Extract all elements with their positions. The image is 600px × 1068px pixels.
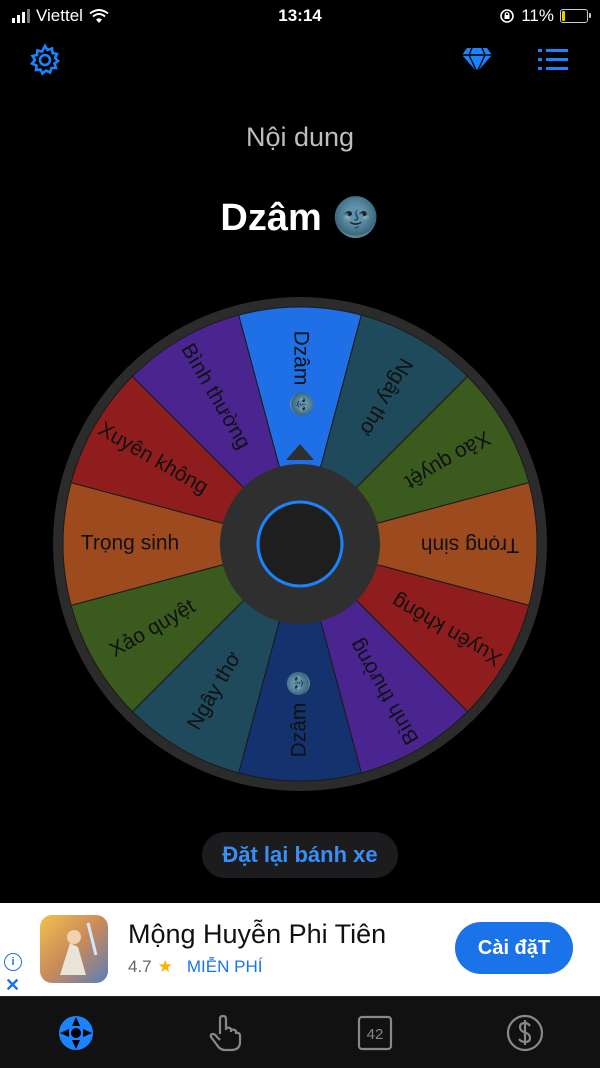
content-label: Nội dung xyxy=(245,122,355,152)
tab-bar: 42 xyxy=(0,996,600,1068)
ad-title[interactable]: Mộng Huyễn Phi Tiên xyxy=(128,919,386,950)
ad-price: MIỄN PHÍ xyxy=(186,957,263,976)
status-right: 11% xyxy=(499,6,591,26)
ad-banner[interactable]: i ✕ Mộng Huyễn Phi Tiên 4.7 ★ MIỄN PHÍ C… xyxy=(0,903,600,996)
ad-rating: 4.7 xyxy=(128,957,152,976)
battery-icon xyxy=(560,9,591,23)
number-icon-label: 42 xyxy=(367,1026,384,1043)
wheel-segment-label: Trọng sinh xyxy=(81,532,179,555)
wheel-icon xyxy=(59,1016,93,1050)
tab-tap[interactable] xyxy=(205,1013,245,1053)
ad-info-icon[interactable]: i xyxy=(4,953,22,971)
tab-money[interactable] xyxy=(505,1013,545,1053)
ad-close-icon[interactable]: ✕ xyxy=(5,975,20,996)
wheel-segment-label: Dzâm 🌚 xyxy=(289,331,314,418)
wheel-segment-label: Trọng sinh xyxy=(421,533,519,556)
wheel-segment-label: Dzâm 🌚 xyxy=(286,671,311,758)
battery-percent: 11% xyxy=(521,6,554,25)
ad-install-button[interactable]: Cài đặT xyxy=(455,922,573,974)
ad-meta: 4.7 ★ MIỄN PHÍ xyxy=(128,957,262,977)
dollar-icon xyxy=(506,1014,544,1052)
tab-wheel[interactable] xyxy=(56,1013,96,1053)
orientation-lock-icon xyxy=(500,9,515,23)
reset-wheel-button[interactable]: Đặt lại bánh xe xyxy=(202,832,398,878)
tab-number[interactable]: 42 xyxy=(355,1013,395,1053)
ad-app-icon[interactable] xyxy=(40,915,108,983)
diamond-icon[interactable] xyxy=(457,40,497,80)
status-bar: Viettel 13:14 11% xyxy=(0,0,600,34)
star-icon: ★ xyxy=(157,957,173,976)
number-icon: 42 xyxy=(357,1015,393,1051)
gear-icon[interactable] xyxy=(25,40,65,80)
wheel-graphic[interactable]: Dzâm 🌚 Ngây thơXảo quyệtTrọng sinhXuyên k… xyxy=(50,294,550,794)
list-icon[interactable] xyxy=(533,40,573,80)
spin-button xyxy=(256,500,344,588)
spin-wheel[interactable]: Dzâm 🌚 Ngây thơ Xảo quyệt Trọng sinh Xuyên k… xyxy=(50,294,550,794)
wheel-result: Dzâm 🌚 xyxy=(220,197,380,239)
tap-hand-icon xyxy=(209,1014,242,1052)
top-bar xyxy=(0,40,600,85)
